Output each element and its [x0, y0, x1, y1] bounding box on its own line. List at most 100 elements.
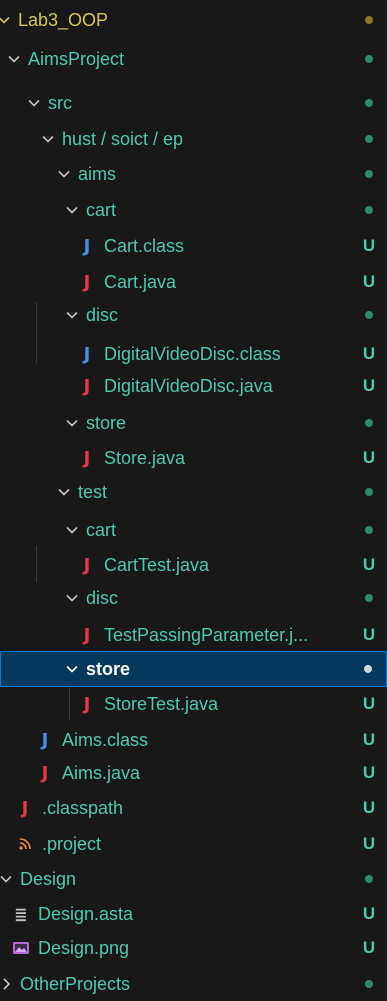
tree-file-design-asta[interactable]: ≣ Design.asta U [0, 896, 387, 932]
tree-folder-src[interactable]: src [0, 85, 387, 121]
tree-item-label: .classpath [42, 797, 124, 818]
untracked-badge: U [362, 236, 376, 255]
tree-file-store-java[interactable]: J Store.java U [0, 440, 387, 476]
tree-folder-test[interactable]: test [0, 474, 387, 510]
tree-file-carttest-java[interactable]: J CartTest.java U [0, 547, 387, 583]
status-dot [365, 135, 373, 143]
tree-file-aims-class[interactable]: J Aims.class U [0, 722, 387, 758]
tree-folder-test-disc[interactable]: disc [0, 580, 387, 616]
untracked-badge: U [362, 730, 376, 749]
tree-folder-otherprojects[interactable]: OtherProjects [0, 966, 387, 1001]
untracked-badge: U [362, 376, 376, 395]
tree-file-design-png[interactable]: Design.png U [0, 930, 387, 966]
java-class-icon: J [83, 235, 91, 257]
status-indicator [351, 966, 387, 1001]
java-file-icon: J [83, 447, 91, 469]
tree-item-label: Design [20, 868, 77, 889]
chevron-down-icon [56, 484, 72, 500]
status-indicator [351, 512, 387, 548]
tree-file-cart-class[interactable]: J Cart.class U [0, 228, 387, 264]
tree-folder-design[interactable]: Design [0, 861, 387, 897]
rss-icon [16, 834, 34, 854]
chevron-down-icon [0, 871, 14, 887]
java-file-icon: J [83, 693, 91, 715]
untracked-badge: U [362, 625, 376, 644]
untracked-badge: U [362, 938, 376, 957]
tree-folder-hust-soict-ep[interactable]: hust / soict / ep [0, 121, 387, 157]
untracked-badge: U [362, 904, 376, 923]
tree-item-label: Cart.java [104, 271, 177, 292]
chevron-down-icon [0, 12, 12, 28]
tree-item-label: cart [86, 199, 117, 220]
tree-item-label: Cart.class [104, 235, 185, 256]
chevron-down-icon [6, 51, 22, 67]
tree-item-label: store [86, 412, 127, 433]
tree-file-digitalvideodisc-java[interactable]: J DigitalVideoDisc.java U [0, 368, 387, 404]
tree-file-classpath[interactable]: J .classpath U [0, 790, 387, 826]
tree-item-label: Aims.class [62, 729, 149, 750]
java-file-icon: J [83, 624, 91, 646]
chevron-down-icon [40, 131, 56, 147]
tree-folder-disc[interactable]: disc [0, 297, 387, 333]
tree-item-label: DigitalVideoDisc.class [104, 343, 281, 364]
status-indicator [350, 651, 386, 687]
tree-item-label: OtherProjects [20, 973, 131, 994]
chevron-down-icon [64, 590, 80, 606]
chevron-down-icon [64, 415, 80, 431]
untracked-badge: U [362, 763, 376, 782]
status-indicator [351, 85, 387, 121]
java-file-icon: J [83, 271, 91, 293]
tree-item-label: Store.java [104, 447, 186, 468]
status-indicator [351, 121, 387, 157]
status-dot [365, 170, 373, 178]
status-dot [365, 311, 373, 319]
java-file-icon: J [83, 554, 91, 576]
tree-folder-lab3-oop[interactable]: Lab3_OOP [0, 2, 387, 38]
tree-item-label: Design.asta [38, 903, 134, 924]
tree-item-label: CartTest.java [104, 554, 210, 575]
status-indicator [351, 297, 387, 333]
status-dot [365, 99, 373, 107]
tree-file-digitalvideodisc-class[interactable]: J DigitalVideoDisc.class U [0, 336, 387, 372]
tree-folder-test-cart[interactable]: cart [0, 512, 387, 548]
status-indicator [351, 2, 387, 38]
status-indicator [351, 41, 387, 77]
chevron-down-icon [56, 166, 72, 182]
status-dot [365, 875, 373, 883]
tree-file-testpassingparameter-java[interactable]: J TestPassingParameter.j... U [0, 617, 387, 653]
tree-item-label: cart [86, 519, 117, 540]
chevron-down-icon [64, 202, 80, 218]
tree-folder-aims[interactable]: aims [0, 156, 387, 192]
chevron-down-icon [26, 95, 42, 111]
tree-folder-store[interactable]: store [0, 405, 387, 441]
status-dot [365, 526, 373, 534]
chevron-down-icon [64, 307, 80, 323]
status-dot [365, 16, 373, 24]
tree-item-label: disc [86, 587, 119, 608]
chevron-down-icon [64, 522, 80, 538]
tree-item-label: src [48, 92, 72, 113]
tree-item-label: .project [42, 833, 102, 854]
tree-item-label: Design.png [38, 937, 130, 958]
status-indicator [351, 156, 387, 192]
tree-item-label: DigitalVideoDisc.java [104, 375, 273, 396]
tree-folder-cart[interactable]: cart [0, 192, 387, 228]
java-file-icon: J [21, 797, 29, 819]
file-explorer-tree: Lab3_OOP AimsProject src hust / soict / … [0, 0, 387, 1001]
status-indicator [351, 580, 387, 616]
tree-folder-aimsproject[interactable]: AimsProject [0, 41, 387, 77]
untracked-badge: U [362, 344, 376, 363]
tree-file-cart-java[interactable]: J Cart.java U [0, 264, 387, 300]
status-dot [365, 980, 373, 988]
chevron-down-icon [64, 661, 80, 677]
tree-file-storetest-java[interactable]: J StoreTest.java U [0, 686, 387, 722]
java-class-icon: J [83, 343, 91, 365]
chevron-right-icon [0, 976, 14, 992]
tree-file-project[interactable]: .project U [0, 826, 387, 862]
tree-item-label: aims [78, 163, 117, 184]
tree-item-label: test [78, 481, 108, 502]
untracked-badge: U [362, 798, 376, 817]
tree-folder-test-store[interactable]: store [0, 651, 387, 687]
text-lines-icon: ≣ [14, 904, 28, 924]
tree-file-aims-java[interactable]: J Aims.java U [0, 755, 387, 791]
